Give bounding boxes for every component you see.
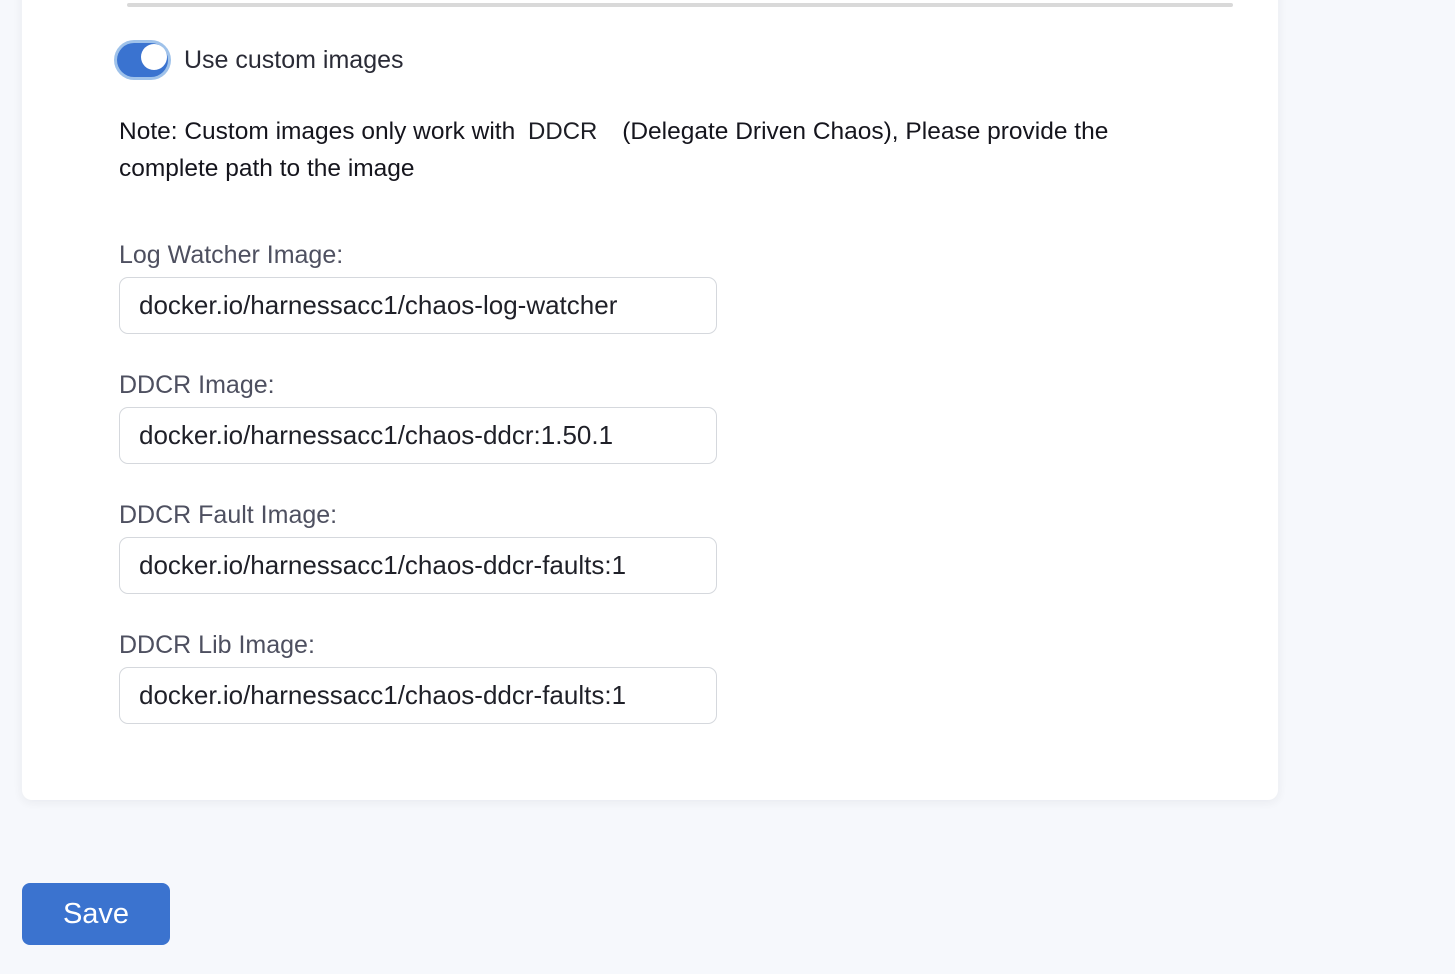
log-watcher-image-label: Log Watcher Image: [119, 240, 717, 270]
ddcr-fault-image-label: DDCR Fault Image: [119, 500, 717, 530]
log-watcher-image-group: Log Watcher Image: [119, 240, 717, 334]
log-watcher-image-input[interactable] [119, 277, 717, 334]
custom-images-note: Note: Custom images only work with DDCR … [119, 113, 1169, 187]
toggle-knob [141, 44, 167, 70]
use-custom-images-toggle[interactable] [114, 40, 171, 80]
save-button[interactable]: Save [22, 883, 170, 945]
section-divider [127, 3, 1233, 7]
ddcr-image-label: DDCR Image: [119, 370, 717, 400]
ddcr-fault-image-group: DDCR Fault Image: [119, 500, 717, 594]
ddcr-fault-image-input[interactable] [119, 537, 717, 594]
ddcr-lib-image-input[interactable] [119, 667, 717, 724]
use-custom-images-row: Use custom images [114, 40, 404, 80]
ddcr-image-input[interactable] [119, 407, 717, 464]
note-prefix: Note: Custom images only work with [119, 118, 515, 145]
use-custom-images-label: Use custom images [184, 46, 404, 75]
ddcr-image-group: DDCR Image: [119, 370, 717, 464]
ddcr-lib-image-group: DDCR Lib Image: [119, 630, 717, 724]
ddcr-lib-image-label: DDCR Lib Image: [119, 630, 717, 660]
note-code-ddcr: DDCR [528, 118, 597, 145]
